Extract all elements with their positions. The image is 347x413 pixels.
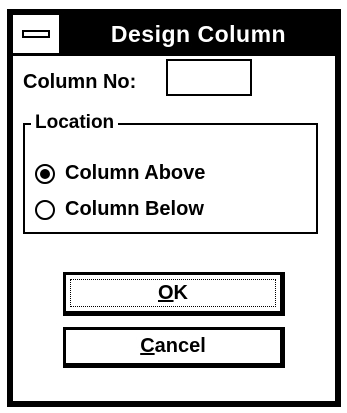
- column-no-label: Column No:: [23, 71, 137, 93]
- focus-rectangle: OK: [70, 279, 276, 307]
- radio-selected-icon[interactable]: [35, 163, 55, 184]
- location-group-label: Location: [31, 111, 119, 135]
- radio-label-column-above: Column Above: [65, 162, 206, 184]
- radio-column-below[interactable]: Column Below: [35, 198, 204, 221]
- cancel-mnemonic: C: [140, 335, 155, 357]
- system-menu-icon: [22, 30, 50, 38]
- column-no-input[interactable]: [166, 59, 252, 96]
- ok-mnemonic: O: [157, 281, 174, 304]
- location-group: Location Column Above Column Below: [23, 111, 318, 234]
- radio-label-column-below: Column Below: [65, 198, 204, 220]
- title-bar: Design Column: [13, 15, 335, 56]
- cancel-label-rest: ancel: [154, 335, 206, 357]
- cancel-button[interactable]: Cancel: [63, 327, 285, 368]
- ok-label-rest: K: [173, 281, 188, 304]
- dialog-title: Design Column: [110, 21, 287, 47]
- ok-button[interactable]: OK: [63, 272, 285, 316]
- radio-unselected-icon[interactable]: [35, 199, 55, 220]
- system-menu-button[interactable]: [13, 15, 62, 53]
- radio-column-above[interactable]: Column Above: [35, 162, 205, 185]
